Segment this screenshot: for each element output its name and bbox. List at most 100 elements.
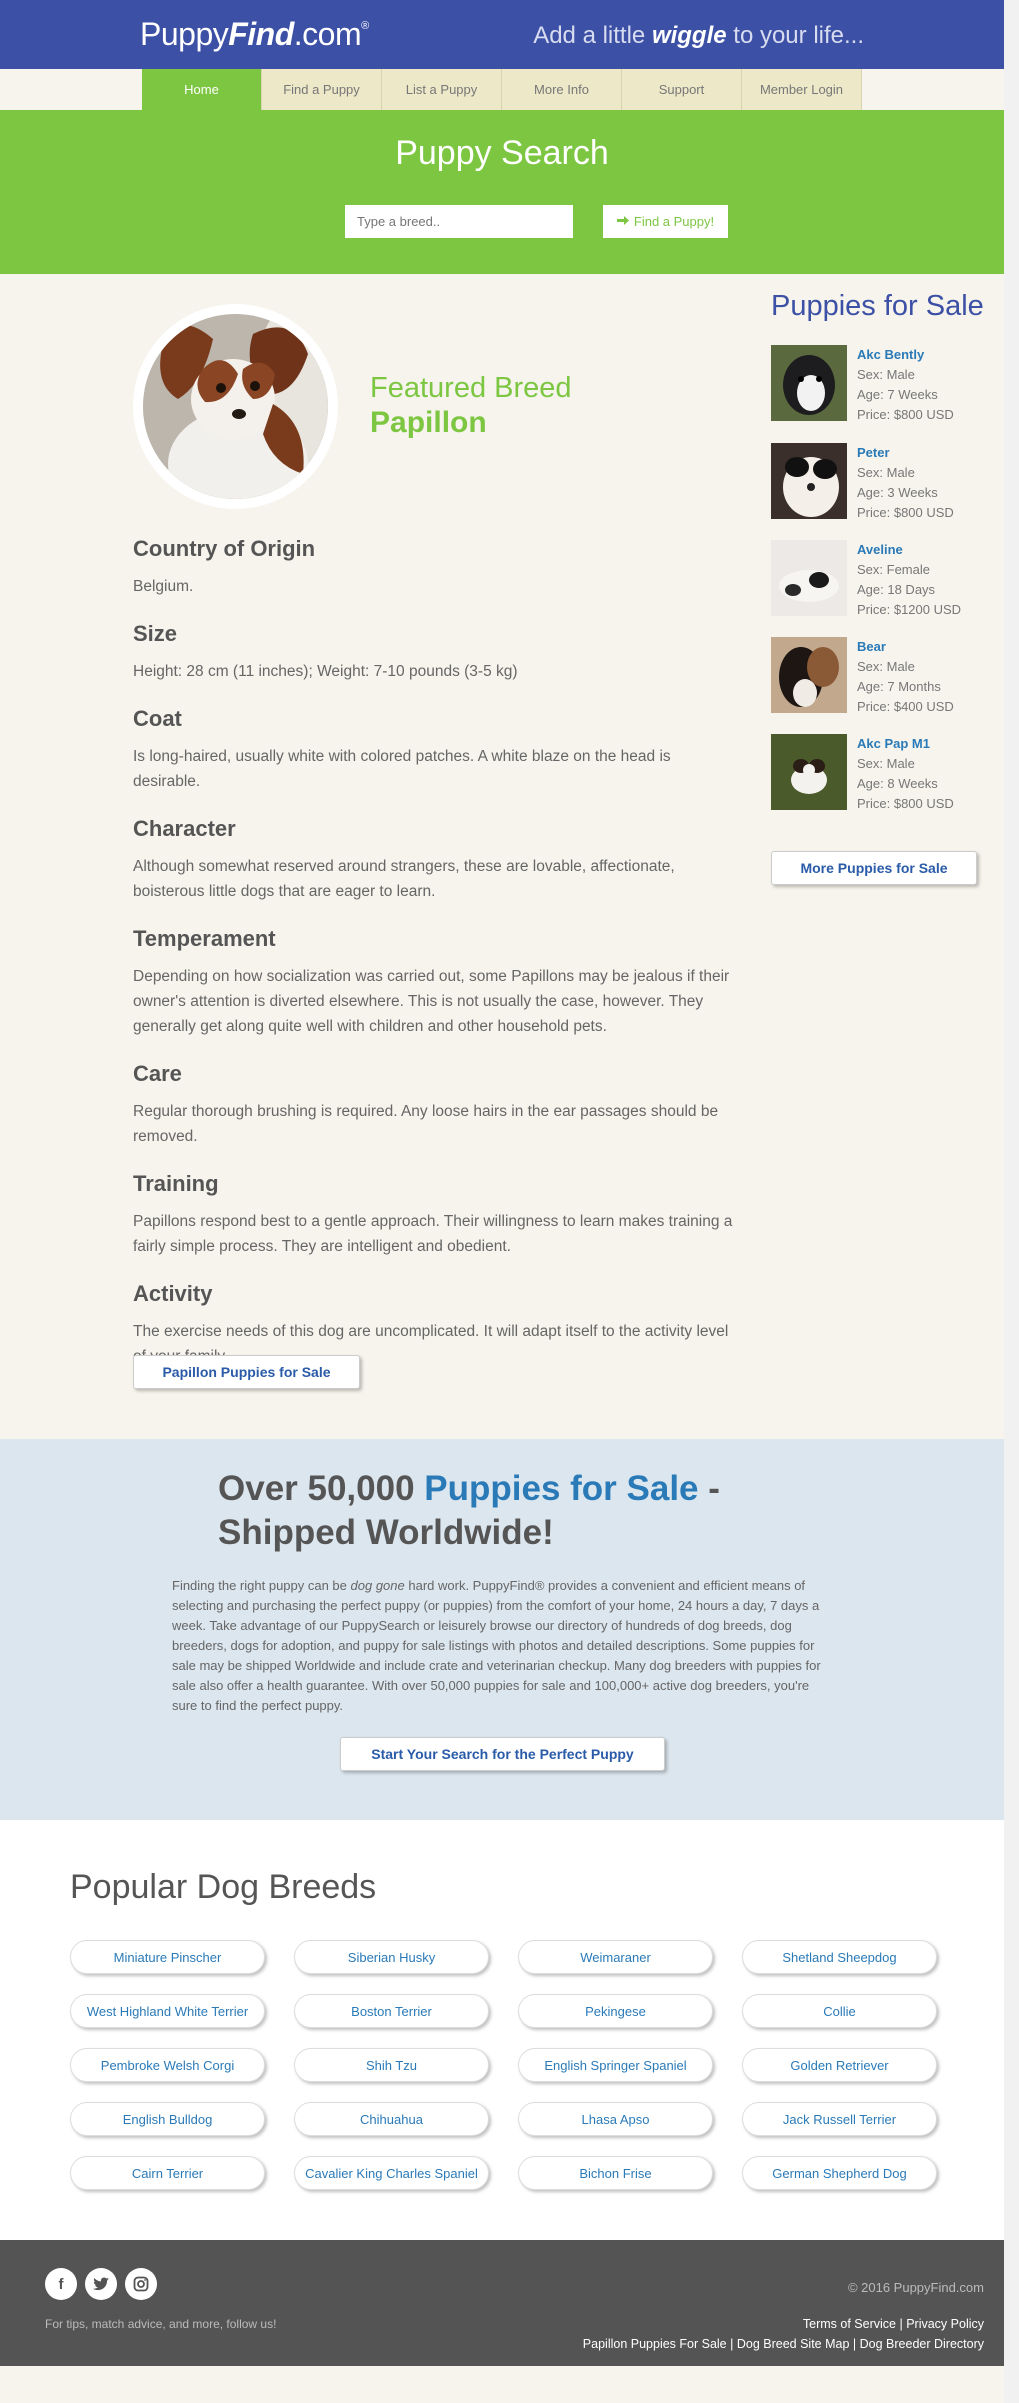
puppy-age: Age: 3 Weeks	[857, 485, 938, 500]
footer-links-row-2: Papillon Puppies For Sale | Dog Breed Si…	[583, 2337, 984, 2351]
popular-breeds-section: Popular Dog Breeds Miniature Pinscher Si…	[0, 1820, 1004, 2240]
breed-link[interactable]: West Highland White Terrier	[70, 1994, 265, 2028]
terms-of-service-link[interactable]: Terms of Service	[803, 2317, 896, 2331]
puppy-listing[interactable]: Akc Pap M1 Sex: Male Age: 8 Weeks Price:…	[771, 734, 981, 814]
breed-link[interactable]: Chihuahua	[294, 2102, 489, 2136]
main-nav: Home Find a Puppy List a Puppy More Info…	[142, 69, 862, 110]
puppy-thumbnail[interactable]	[771, 540, 847, 616]
puppy-sex: Sex: Male	[857, 465, 915, 480]
breed-grid: Miniature Pinscher Siberian Husky Weimar…	[70, 1940, 937, 2190]
breed-link[interactable]: English Springer Spaniel	[518, 2048, 713, 2082]
facebook-icon[interactable]: f	[45, 2268, 77, 2300]
tagline-after: to your life...	[726, 22, 864, 49]
puppy-name-link[interactable]: Akc Bently	[857, 345, 954, 365]
arrow-right-icon	[616, 214, 629, 229]
puppy-info: Akc Pap M1 Sex: Male Age: 8 Weeks Price:…	[857, 734, 954, 814]
nav-more-info[interactable]: More Info	[502, 69, 622, 110]
promo-section: Over 50,000 Puppies for Sale - Shipped W…	[0, 1439, 1004, 1820]
privacy-policy-link[interactable]: Privacy Policy	[906, 2317, 984, 2331]
logo-text-bold: Find	[228, 16, 294, 52]
breed-link[interactable]: German Shepherd Dog	[742, 2156, 937, 2190]
puppy-thumbnail[interactable]	[771, 637, 847, 713]
popular-breeds-title: Popular Dog Breeds	[70, 1868, 377, 1906]
breed-link[interactable]: Cavalier King Charles Spaniel	[294, 2156, 489, 2190]
puppy-age: Age: 7 Weeks	[857, 387, 938, 402]
breed-link[interactable]: Lhasa Apso	[518, 2102, 713, 2136]
puppy-name-link[interactable]: Akc Pap M1	[857, 734, 954, 754]
nav-home[interactable]: Home	[142, 69, 262, 110]
promo-heading-highlight: Puppies for Sale	[424, 1469, 699, 1508]
nav-find-a-puppy[interactable]: Find a Puppy	[262, 69, 382, 110]
nav-list-a-puppy[interactable]: List a Puppy	[382, 69, 502, 110]
link-separator: |	[730, 2337, 734, 2351]
breed-link[interactable]: Bichon Frise	[518, 2156, 713, 2190]
site-logo[interactable]: PuppyFind.com®	[140, 16, 369, 53]
dog-breeder-directory-link[interactable]: Dog Breeder Directory	[860, 2337, 984, 2351]
puppy-search-band: Puppy Search Find a Puppy!	[0, 110, 1004, 274]
breed-link[interactable]: Boston Terrier	[294, 1994, 489, 2028]
puppy-thumbnail[interactable]	[771, 345, 847, 421]
breed-link[interactable]: Shetland Sheepdog	[742, 1940, 937, 1974]
copyright: © 2016 PuppyFind.com	[847, 2280, 984, 2295]
papillon-puppies-link[interactable]: Papillon Puppies For Sale	[583, 2337, 727, 2351]
puppies-for-sale-title: Puppies for Sale	[771, 290, 984, 322]
promo-body-before: Finding the right puppy can be	[172, 1578, 351, 1593]
social-links: f	[45, 2268, 157, 2300]
section-text: Although somewhat reserved around strang…	[133, 858, 675, 900]
dog-breed-site-map-link[interactable]: Dog Breed Site Map	[737, 2337, 850, 2351]
section-heading: Training	[133, 1171, 219, 1196]
follow-text: For tips, match advice, and more, follow…	[45, 2317, 277, 2331]
breed-link[interactable]: Pekingese	[518, 1994, 713, 2028]
papillon-puppies-for-sale-button[interactable]: Papillon Puppies for Sale	[133, 1355, 360, 1389]
puppy-name-link[interactable]: Aveline	[857, 540, 961, 560]
section-care: Care Regular thorough brushing is requir…	[133, 1061, 733, 1149]
breed-link[interactable]: Shih Tzu	[294, 2048, 489, 2082]
breed-link[interactable]: Jack Russell Terrier	[742, 2102, 937, 2136]
puppy-price: Price: $1200 USD	[857, 602, 962, 617]
breed-link[interactable]: Cairn Terrier	[70, 2156, 265, 2190]
section-heading: Temperament	[133, 926, 276, 951]
logo-registered-mark: ®	[361, 20, 369, 32]
puppy-listing[interactable]: Peter Sex: Male Age: 3 Weeks Price: $800…	[771, 443, 981, 523]
puppy-listing[interactable]: Bear Sex: Male Age: 7 Months Price: $400…	[771, 637, 981, 717]
promo-body: Finding the right puppy can be dog gone …	[172, 1576, 832, 1716]
section-text: Height: 28 cm (11 inches); Weight: 7-10 …	[133, 663, 518, 680]
breed-link[interactable]: Golden Retriever	[742, 2048, 937, 2082]
puppy-name-link[interactable]: Bear	[857, 637, 954, 657]
twitter-icon[interactable]	[85, 2268, 117, 2300]
section-heading: Size	[133, 621, 178, 646]
puppy-age: Age: 18 Days	[857, 582, 936, 597]
puppy-sex: Sex: Male	[857, 659, 915, 674]
link-separator: |	[899, 2317, 903, 2331]
instagram-icon[interactable]	[125, 2268, 157, 2300]
breed-link[interactable]: Pembroke Welsh Corgi	[70, 2048, 265, 2082]
find-a-puppy-button[interactable]: Find a Puppy!	[603, 205, 728, 238]
puppy-thumbnail[interactable]	[771, 443, 847, 519]
page-scrollbar[interactable]	[1004, 0, 1019, 2403]
breed-link[interactable]: Weimaraner	[518, 1940, 713, 1974]
puppy-name-link[interactable]: Peter	[857, 443, 954, 463]
start-search-button[interactable]: Start Your Search for the Perfect Puppy	[340, 1737, 665, 1771]
nav-support[interactable]: Support	[622, 69, 742, 110]
puppy-listing[interactable]: Akc Bently Sex: Male Age: 7 Weeks Price:…	[771, 345, 981, 425]
featured-breed-name: Papillon	[370, 406, 487, 439]
breed-link[interactable]: Miniature Pinscher	[70, 1940, 265, 1974]
puppy-thumbnail[interactable]	[771, 734, 847, 810]
puppy-sex: Sex: Female	[857, 562, 930, 577]
find-a-puppy-label: Find a Puppy!	[633, 214, 715, 229]
breed-search-input[interactable]	[345, 205, 573, 238]
more-puppies-for-sale-button[interactable]: More Puppies for Sale	[771, 851, 977, 885]
promo-body-after: hard work. PuppyFind® provides a conveni…	[172, 1578, 821, 1713]
section-training: Training Papillons respond best to a gen…	[133, 1171, 733, 1259]
nav-member-login[interactable]: Member Login	[742, 69, 862, 110]
puppy-age: Age: 8 Weeks	[857, 776, 938, 791]
breed-link[interactable]: English Bulldog	[70, 2102, 265, 2136]
puppy-age: Age: 7 Months	[857, 679, 941, 694]
breed-link[interactable]: Collie	[742, 1994, 937, 2028]
puppy-listing[interactable]: Aveline Sex: Female Age: 18 Days Price: …	[771, 540, 981, 620]
promo-heading: Over 50,000 Puppies for Sale - Shipped W…	[218, 1467, 858, 1555]
section-country-of-origin: Country of Origin Belgium.	[133, 536, 733, 599]
logo-text-left: Puppy	[140, 16, 229, 52]
breed-link[interactable]: Siberian Husky	[294, 1940, 489, 1974]
logo-text-suffix: .com	[293, 16, 362, 52]
